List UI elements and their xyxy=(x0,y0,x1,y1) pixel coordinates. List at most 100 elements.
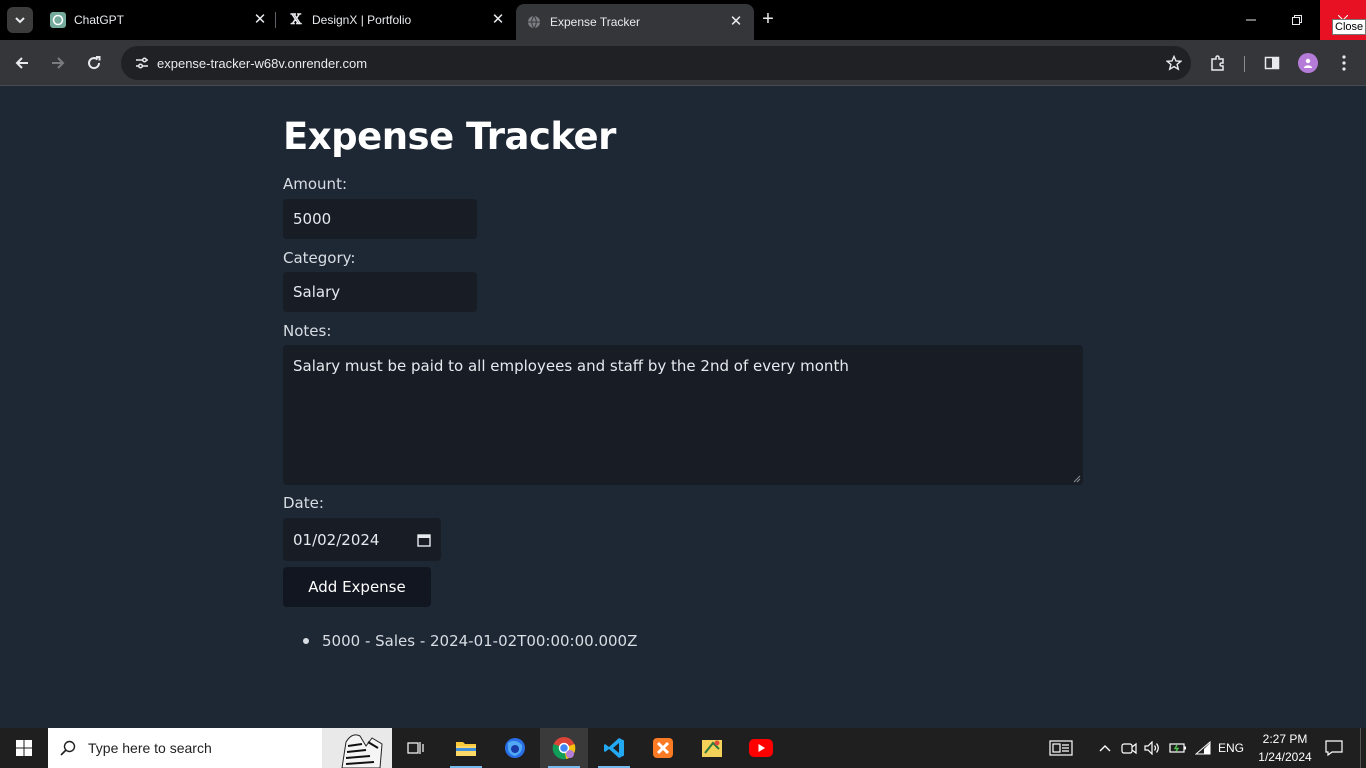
date-input[interactable]: 01/02/2024 xyxy=(283,518,441,561)
page-title: Expense Tracker xyxy=(283,115,616,158)
minimize-button[interactable] xyxy=(1228,0,1274,40)
vscode-icon xyxy=(604,738,624,758)
camera-icon xyxy=(1121,742,1137,755)
show-desktop-button[interactable] xyxy=(1360,728,1366,768)
browser-menu-button[interactable] xyxy=(1330,49,1358,77)
wifi-button[interactable] xyxy=(1193,728,1213,768)
clock-time: 2:27 PM xyxy=(1262,732,1308,746)
notes-label: Notes: xyxy=(283,322,332,340)
site-info-icon[interactable] xyxy=(127,55,157,71)
arrow-left-icon xyxy=(15,57,28,69)
task-view-button[interactable] xyxy=(392,728,440,768)
date-label: Date: xyxy=(283,494,324,512)
restore-icon xyxy=(1292,15,1302,25)
notification-center-button[interactable] xyxy=(1322,728,1346,768)
chrome-button[interactable] xyxy=(540,728,588,768)
task-view-icon xyxy=(407,742,424,754)
chrome-icon xyxy=(552,737,576,760)
show-hidden-icons-button[interactable] xyxy=(1096,728,1114,768)
bookmark-star-icon[interactable] xyxy=(1157,55,1191,71)
kebab-menu-icon xyxy=(1342,55,1346,71)
notification-icon xyxy=(1325,740,1343,756)
chevron-down-icon xyxy=(15,17,25,24)
expense-list: 5000 - Sales - 2024-01-02T00:00:00.000Z xyxy=(303,632,637,650)
tab-separator xyxy=(275,12,276,28)
address-bar[interactable]: expense-tracker-w68v.onrender.com xyxy=(121,46,1191,80)
wifi-icon xyxy=(1195,741,1211,755)
taskbar-search[interactable]: Type here to search xyxy=(48,728,392,768)
zebra-illustration-icon xyxy=(322,728,392,768)
forward-button[interactable] xyxy=(44,49,72,77)
taskbar: Type here to search ENG 2:27 PM 1/24/202… xyxy=(0,728,1366,768)
list-item: 5000 - Sales - 2024-01-02T00:00:00.000Z xyxy=(303,632,637,650)
side-panel-button[interactable] xyxy=(1258,49,1286,77)
close-tooltip: Close xyxy=(1332,19,1366,35)
reload-icon xyxy=(88,56,101,70)
globe-icon xyxy=(526,14,542,30)
browser-toolbar: expense-tracker-w68v.onrender.com xyxy=(0,40,1366,86)
bullet xyxy=(303,638,309,644)
chatgpt-icon xyxy=(50,12,66,28)
sticky-app-button[interactable] xyxy=(688,728,736,768)
tab-expense-tracker[interactable]: Expense Tracker ✕ xyxy=(516,4,754,40)
firefox-button[interactable] xyxy=(491,728,539,768)
date-value: 01/02/2024 xyxy=(293,530,380,549)
restore-button[interactable] xyxy=(1274,0,1320,40)
reload-button[interactable] xyxy=(80,49,108,77)
tab-designx[interactable]: 𝕏 DesignX | Portfolio ✕ xyxy=(278,4,516,36)
volume-icon xyxy=(1144,741,1159,755)
windows-logo-icon xyxy=(16,740,32,756)
profile-button[interactable] xyxy=(1294,49,1322,77)
search-icon xyxy=(48,740,88,756)
side-panel-icon xyxy=(1264,56,1280,70)
page-viewport: Expense Tracker Amount: 5000 Category: S… xyxy=(0,87,1366,728)
sticky-app-icon xyxy=(702,740,722,757)
category-value: Salary xyxy=(293,283,341,301)
amount-input[interactable]: 5000 xyxy=(283,199,477,239)
add-expense-button[interactable]: Add Expense xyxy=(283,567,431,607)
tab-title: Expense Tracker xyxy=(550,15,641,29)
language-indicator[interactable]: ENG xyxy=(1216,728,1246,768)
close-tab-icon[interactable]: ✕ xyxy=(252,12,268,28)
amount-label: Amount: xyxy=(283,175,347,193)
amount-value: 5000 xyxy=(293,210,332,228)
category-label: Category: xyxy=(283,249,356,267)
expense-entry: 5000 - Sales - 2024-01-02T00:00:00.000Z xyxy=(322,632,638,650)
start-button[interactable] xyxy=(0,728,48,768)
calendar-icon[interactable] xyxy=(417,533,431,547)
youtube-icon xyxy=(749,739,773,757)
minimize-icon xyxy=(1246,19,1256,21)
meet-now-button[interactable] xyxy=(1120,728,1138,768)
search-placeholder: Type here to search xyxy=(88,740,212,756)
designx-icon: 𝕏 xyxy=(290,12,302,28)
resize-handle-icon[interactable] xyxy=(1073,475,1081,483)
clock[interactable]: 2:27 PM 1/24/2024 xyxy=(1252,730,1318,766)
category-input[interactable]: Salary xyxy=(283,272,477,312)
url-text: expense-tracker-w68v.onrender.com xyxy=(157,55,368,71)
battery-charging-icon xyxy=(1169,743,1186,753)
tab-title: ChatGPT xyxy=(74,13,125,27)
extensions-button[interactable] xyxy=(1204,49,1232,77)
tab-search-button[interactable] xyxy=(7,7,33,33)
puzzle-icon xyxy=(1211,55,1224,71)
xampp-icon xyxy=(653,738,673,758)
new-tab-button[interactable]: + xyxy=(756,8,780,32)
battery-button[interactable] xyxy=(1168,728,1188,768)
file-explorer-button[interactable] xyxy=(442,728,490,768)
close-tab-icon[interactable]: ✕ xyxy=(728,14,744,30)
toolbar-divider xyxy=(1244,56,1245,72)
news-widget-button[interactable] xyxy=(1046,728,1076,768)
xampp-button[interactable] xyxy=(639,728,687,768)
news-icon xyxy=(1049,740,1073,756)
avatar xyxy=(1298,53,1318,73)
volume-button[interactable] xyxy=(1143,728,1161,768)
tab-chatgpt[interactable]: ChatGPT ✕ xyxy=(40,4,278,36)
close-tab-icon[interactable]: ✕ xyxy=(490,12,506,28)
vscode-button[interactable] xyxy=(590,728,638,768)
notes-textarea[interactable]: Salary must be paid to all employees and… xyxy=(283,345,1083,485)
back-button[interactable] xyxy=(8,49,36,77)
chevron-up-icon xyxy=(1099,745,1111,752)
youtube-button[interactable] xyxy=(737,728,785,768)
tab-strip: ChatGPT ✕ 𝕏 DesignX | Portfolio ✕ Expens… xyxy=(0,0,1366,40)
file-explorer-icon xyxy=(456,742,476,756)
